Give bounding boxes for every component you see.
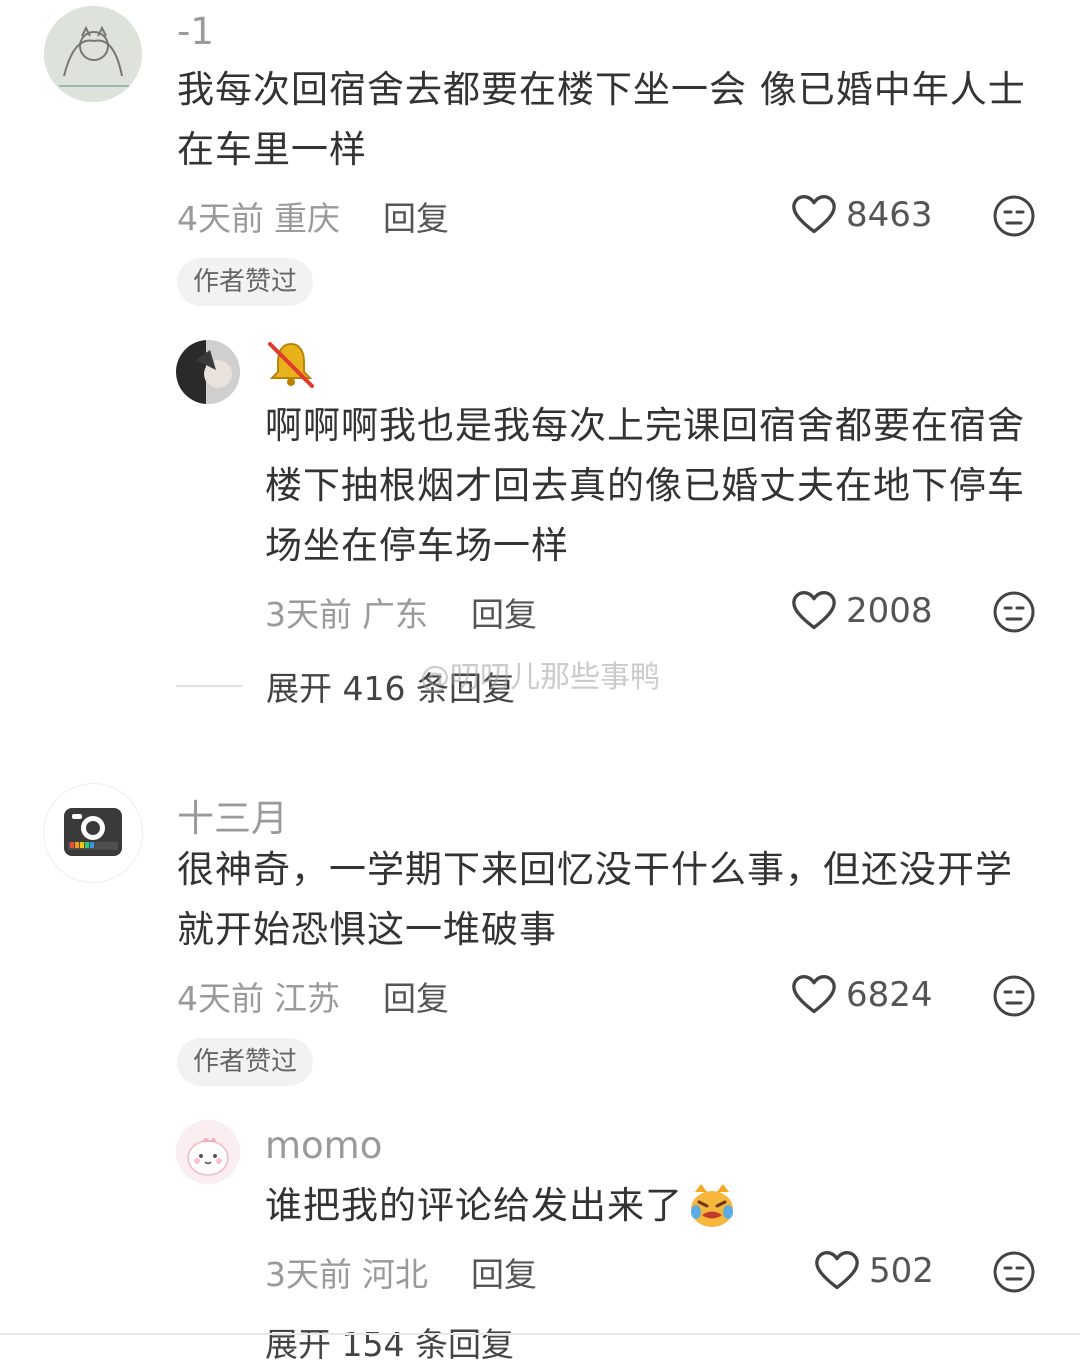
heart-outline-icon	[815, 1251, 859, 1290]
expand-replies-button[interactable]: 展开 154 条回复	[265, 1318, 514, 1366]
like-count: 8463	[846, 195, 933, 235]
like-count: 6824	[846, 975, 933, 1015]
heart-outline-icon	[792, 195, 836, 234]
meh-face-icon[interactable]	[992, 1250, 1036, 1298]
watermark: @叨叨儿那些事鸭	[420, 660, 660, 695]
like-button[interactable]: 8463	[792, 194, 933, 236]
comment-location: 重庆	[274, 199, 340, 238]
reply-meta: 3天前 广东	[265, 588, 428, 636]
reply-nickname[interactable]: momo	[265, 1124, 382, 1167]
avatar[interactable]	[44, 784, 142, 882]
reply-button[interactable]: 回复	[471, 1248, 537, 1296]
meh-face-icon[interactable]	[992, 974, 1036, 1022]
reply-time: 3天前	[265, 1255, 352, 1294]
reply-button[interactable]: 回复	[383, 972, 449, 1020]
expand-replies-label: 展开 154 条回复	[265, 1325, 514, 1364]
like-count: 502	[869, 1251, 934, 1291]
author-liked-badge: 作者赞过	[177, 258, 314, 306]
comment-text: 我每次回宿舍去都要在楼下坐一会 像已婚中年人士在车里一样	[177, 68, 1026, 171]
reply-location: 广东	[362, 595, 428, 634]
crying-cat-emoji	[691, 1184, 733, 1227]
comment-meta: 4天前 江苏	[177, 972, 340, 1020]
comment-text: 很神奇，一学期下来回忆没干什么事，但还没开学就开始恐惧这一堆破事	[177, 848, 1013, 951]
avatar[interactable]	[176, 340, 240, 404]
divider	[176, 685, 242, 687]
reply-time: 3天前	[265, 595, 352, 634]
like-button[interactable]: 2008	[792, 590, 933, 632]
reply-text: 啊啊啊我也是我每次上完课回宿舍都要在宿舍楼下抽根烟才回去真的像已婚丈夫在地下停车…	[265, 404, 1025, 567]
reply-body: 谁把我的评论给发出来了	[265, 1176, 737, 1236]
comment-nickname[interactable]: 十三月	[177, 788, 288, 842]
comment-time: 4天前	[177, 979, 264, 1018]
reply-text: 谁把我的评论给发出来了	[265, 1184, 683, 1227]
avatar[interactable]	[176, 1120, 240, 1184]
comment-time: 4天前	[177, 199, 264, 238]
meh-face-icon[interactable]	[992, 590, 1036, 638]
reply-button[interactable]: 回复	[471, 588, 537, 636]
reply-meta: 3天前 河北	[265, 1248, 428, 1296]
author-liked-badge: 作者赞过	[177, 1038, 314, 1086]
reply-location: 河北	[362, 1255, 428, 1294]
heart-outline-icon	[792, 591, 836, 630]
meh-face-icon[interactable]	[992, 194, 1036, 242]
comment-location: 江苏	[274, 979, 340, 1018]
avatar[interactable]	[44, 6, 142, 102]
comment-meta: 4天前 重庆	[177, 192, 340, 240]
comment-nickname[interactable]: -1	[177, 10, 214, 53]
like-count: 2008	[846, 591, 933, 631]
heart-outline-icon	[792, 975, 836, 1014]
like-button[interactable]: 502	[815, 1250, 934, 1292]
divider	[0, 1333, 1080, 1335]
reply-button[interactable]: 回复	[383, 192, 449, 240]
muted-bell-icon	[266, 340, 316, 392]
like-button[interactable]: 6824	[792, 974, 933, 1016]
